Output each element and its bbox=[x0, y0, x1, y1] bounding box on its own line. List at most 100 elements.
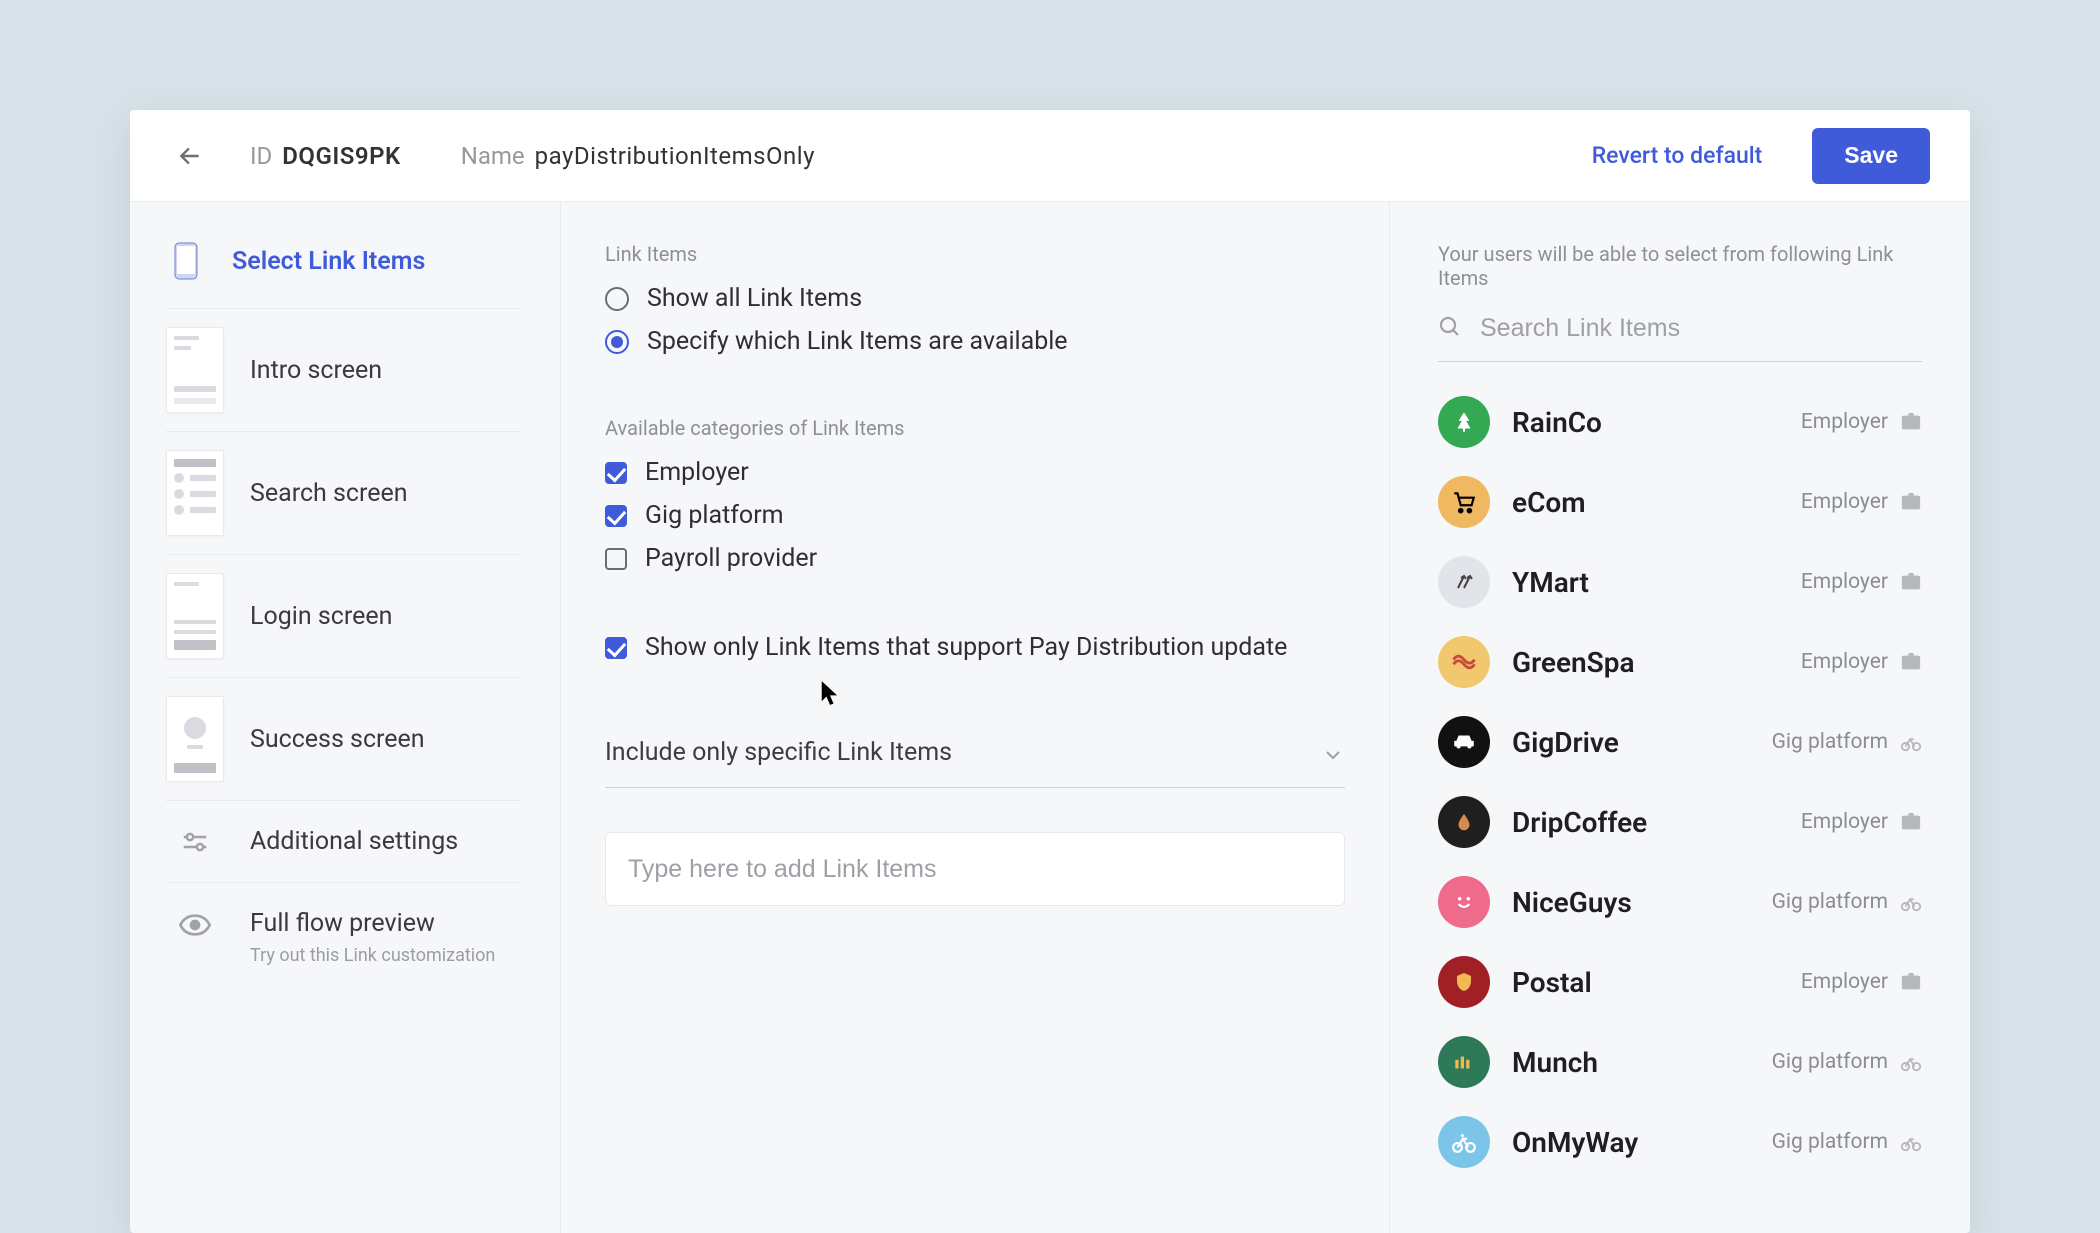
radio-show-all[interactable]: Show all Link Items bbox=[605, 284, 1345, 313]
link-item-row[interactable]: OnMyWayGig platform bbox=[1438, 1102, 1922, 1182]
bike-icon bbox=[1900, 1131, 1922, 1153]
radio-label: Show all Link Items bbox=[647, 284, 862, 313]
id-value: DQGIS9PK bbox=[282, 142, 400, 170]
add-link-items-input[interactable] bbox=[628, 855, 1322, 884]
radio-icon bbox=[605, 330, 629, 354]
sidebar-item-search-screen[interactable]: Search screen bbox=[166, 432, 520, 555]
briefcase-icon bbox=[1900, 571, 1922, 593]
checkbox-icon bbox=[605, 462, 627, 484]
link-item-name: DripCoffee bbox=[1512, 806, 1779, 839]
checkbox-show-only-pay-distribution[interactable]: Show only Link Items that support Pay Di… bbox=[605, 633, 1345, 662]
link-item-name: GreenSpa bbox=[1512, 646, 1779, 679]
add-link-items-input-wrapper[interactable] bbox=[605, 832, 1345, 906]
link-item-tag: Gig platform bbox=[1772, 1050, 1922, 1074]
select-label: Include only specific Link Items bbox=[605, 738, 952, 767]
sidebar-item-intro-screen[interactable]: Intro screen bbox=[166, 309, 520, 432]
checkbox-icon bbox=[605, 637, 627, 659]
revert-link[interactable]: Revert to default bbox=[1592, 142, 1763, 169]
link-item-row[interactable]: GreenSpa Employer bbox=[1438, 622, 1922, 702]
sidebar-item-label: Additional settings bbox=[250, 827, 458, 856]
back-button[interactable] bbox=[170, 136, 210, 176]
link-item-tag: Gig platform bbox=[1772, 730, 1922, 754]
name-label: Name bbox=[461, 142, 525, 170]
link-item-tag: Employer bbox=[1801, 490, 1922, 514]
app-window: ID DQGIS9PK Name payDistributionItemsOnl… bbox=[130, 110, 1970, 1233]
sidebar-item-label: Select Link Items bbox=[232, 247, 425, 276]
name-meta: Name payDistributionItemsOnly bbox=[461, 142, 815, 170]
sidebar-item-label: Login screen bbox=[250, 602, 392, 631]
radio-icon bbox=[605, 287, 629, 311]
briefcase-icon bbox=[1900, 651, 1922, 673]
sidebar-item-login-screen[interactable]: Login screen bbox=[166, 555, 520, 678]
sidebar-item-success-screen[interactable]: Success screen bbox=[166, 678, 520, 801]
link-item-logo bbox=[1438, 636, 1490, 688]
link-item-logo bbox=[1438, 956, 1490, 1008]
link-item-row[interactable]: DripCoffeeEmployer bbox=[1438, 782, 1922, 862]
top-bar: ID DQGIS9PK Name payDistributionItemsOnl… bbox=[130, 110, 1970, 202]
link-item-tag: Employer bbox=[1801, 410, 1922, 434]
checkbox-payroll-provider[interactable]: Payroll provider bbox=[605, 544, 1345, 573]
main-panel: Link Items Show all Link Items Specify w… bbox=[560, 202, 1390, 1233]
checkbox-icon bbox=[605, 548, 627, 570]
sidebar-item-full-flow-preview[interactable]: Full flow preview Try out this Link cust… bbox=[166, 883, 520, 994]
link-item-tag: Employer bbox=[1801, 570, 1922, 594]
link-item-row[interactable]: NiceGuysGig platform bbox=[1438, 862, 1922, 942]
sidebar-item-additional-settings[interactable]: Additional settings bbox=[166, 801, 520, 883]
briefcase-icon bbox=[1900, 411, 1922, 433]
thumb-login bbox=[166, 573, 224, 659]
link-item-name: YMart bbox=[1512, 566, 1779, 599]
link-item-tag: Employer bbox=[1801, 970, 1922, 994]
include-only-select[interactable]: Include only specific Link Items bbox=[605, 722, 1345, 788]
sidebar-item-label: Full flow preview bbox=[250, 909, 495, 938]
sidebar-item-label: Success screen bbox=[250, 725, 425, 754]
bike-icon bbox=[1900, 1051, 1922, 1073]
checkbox-label: Gig platform bbox=[645, 501, 784, 530]
link-item-row[interactable]: Postal Employer bbox=[1438, 942, 1922, 1022]
link-item-row[interactable]: eCom Employer bbox=[1438, 462, 1922, 542]
save-button[interactable]: Save bbox=[1812, 128, 1930, 184]
link-item-name: Munch bbox=[1512, 1046, 1750, 1079]
id-meta: ID DQGIS9PK bbox=[250, 142, 401, 170]
checkbox-gig-platform[interactable]: Gig platform bbox=[605, 501, 1345, 530]
sidebar: Select Link Items Intro screen Search sc… bbox=[130, 202, 560, 1233]
phone-icon bbox=[166, 242, 206, 280]
link-item-name: Postal bbox=[1512, 966, 1779, 999]
link-item-name: RainCo bbox=[1512, 406, 1779, 439]
link-item-row[interactable]: Munch Gig platform bbox=[1438, 1022, 1922, 1102]
link-item-tag: Gig platform bbox=[1772, 1130, 1922, 1154]
link-item-logo bbox=[1438, 1036, 1490, 1088]
radio-specify[interactable]: Specify which Link Items are available bbox=[605, 327, 1345, 356]
bike-icon bbox=[1900, 731, 1922, 753]
sliders-icon bbox=[180, 829, 210, 855]
id-label: ID bbox=[250, 142, 272, 170]
link-item-logo bbox=[1438, 716, 1490, 768]
thumb-intro bbox=[166, 327, 224, 413]
arrow-left-icon bbox=[177, 143, 203, 169]
sidebar-item-label: Search screen bbox=[250, 479, 408, 508]
checkbox-label: Employer bbox=[645, 458, 749, 487]
link-item-logo bbox=[1438, 1116, 1490, 1168]
link-item-tag: Employer bbox=[1801, 650, 1922, 674]
link-item-logo bbox=[1438, 796, 1490, 848]
link-item-name: GigDrive bbox=[1512, 726, 1750, 759]
checkbox-icon bbox=[605, 505, 627, 527]
preview-panel: Your users will be able to select from f… bbox=[1390, 202, 1970, 1233]
briefcase-icon bbox=[1900, 971, 1922, 993]
link-items-list: RainCoEmployereComEmployerYMartEmployerG… bbox=[1438, 382, 1922, 1182]
link-item-name: eCom bbox=[1512, 486, 1779, 519]
sidebar-item-label: Intro screen bbox=[250, 356, 382, 385]
checkbox-label: Show only Link Items that support Pay Di… bbox=[645, 633, 1287, 662]
checkbox-employer[interactable]: Employer bbox=[605, 458, 1345, 487]
thumb-success bbox=[166, 696, 224, 782]
sidebar-item-select-link-items[interactable]: Select Link Items bbox=[166, 242, 520, 309]
categories-label: Available categories of Link Items bbox=[605, 416, 1345, 440]
link-item-row[interactable]: RainCo Employer bbox=[1438, 382, 1922, 462]
link-item-row[interactable]: GigDrive Gig platform bbox=[1438, 702, 1922, 782]
thumb-search bbox=[166, 450, 224, 536]
checkbox-label: Payroll provider bbox=[645, 544, 817, 573]
link-item-row[interactable]: YMart Employer bbox=[1438, 542, 1922, 622]
preview-search[interactable] bbox=[1438, 314, 1922, 362]
link-items-label: Link Items bbox=[605, 242, 1345, 266]
eye-icon bbox=[179, 913, 211, 937]
preview-search-input[interactable] bbox=[1480, 314, 1922, 343]
